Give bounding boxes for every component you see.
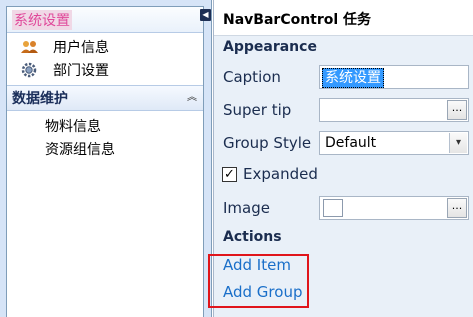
nav-item-label: 部门设置 <box>53 62 109 79</box>
group-caption: 系统设置 <box>12 9 72 30</box>
nav-item-material-info[interactable]: 物料信息 <box>7 114 203 137</box>
group-style-value: Default <box>325 135 377 151</box>
nav-item-user-info[interactable]: 用户信息 <box>7 35 203 58</box>
highlight-box <box>208 254 309 308</box>
group-items-data-maintenance: 物料信息 资源组信息 <box>7 111 203 164</box>
nav-item-label: 资源组信息 <box>45 141 115 158</box>
image-preview <box>323 199 343 217</box>
nav-item-label: 物料信息 <box>45 118 101 135</box>
caption-value: 系统设置 <box>322 68 384 88</box>
group-style-label: Group Style <box>223 134 312 152</box>
expanded-label: Expanded <box>243 165 318 183</box>
image-field[interactable]: ... <box>319 196 469 220</box>
checkmark-icon: ✓ <box>224 167 235 182</box>
caption-field[interactable]: 系统设置 <box>319 65 469 89</box>
nav-item-resource-group-info[interactable]: 资源组信息 <box>7 137 203 160</box>
image-label: Image <box>223 199 270 217</box>
expanded-checkbox[interactable]: ✓ <box>222 167 237 182</box>
chevron-down-icon[interactable]: ▾ <box>449 133 467 153</box>
users-icon <box>21 39 41 55</box>
smart-tag-collapse-icon[interactable]: ◀ <box>200 9 211 21</box>
double-chevron-up-icon[interactable]: ︽ <box>187 93 197 103</box>
group-header-data-maintenance[interactable]: 数据维护 ︽ <box>7 85 203 111</box>
tasks-title: NavBarControl 任务 <box>214 0 473 36</box>
caption-label: Caption <box>223 68 281 86</box>
appearance-header: Appearance <box>223 39 317 55</box>
navbar-panel: 系统设置 用户信息 部门设置 数据维护 ︽ 物料信息 资源组信息 <box>6 6 204 317</box>
group-style-select[interactable]: Default ▾ <box>319 131 469 155</box>
super-tip-label: Super tip <box>223 101 292 119</box>
actions-header: Actions <box>223 229 282 245</box>
super-tip-field[interactable]: ... <box>319 98 469 122</box>
gear-icon <box>21 62 41 78</box>
super-tip-ellipsis-button[interactable]: ... <box>447 100 467 120</box>
group-items-system-settings: 用户信息 部门设置 <box>7 33 203 85</box>
nav-item-department-settings[interactable]: 部门设置 <box>7 58 203 81</box>
group-header-system-settings[interactable]: 系统设置 <box>7 7 203 33</box>
navbar-control: 系统设置 用户信息 部门设置 数据维护 ︽ 物料信息 资源组信息 <box>0 0 212 317</box>
image-ellipsis-button[interactable]: ... <box>447 198 467 218</box>
nav-item-label: 用户信息 <box>53 39 109 56</box>
group-caption: 数据维护 <box>12 91 68 107</box>
